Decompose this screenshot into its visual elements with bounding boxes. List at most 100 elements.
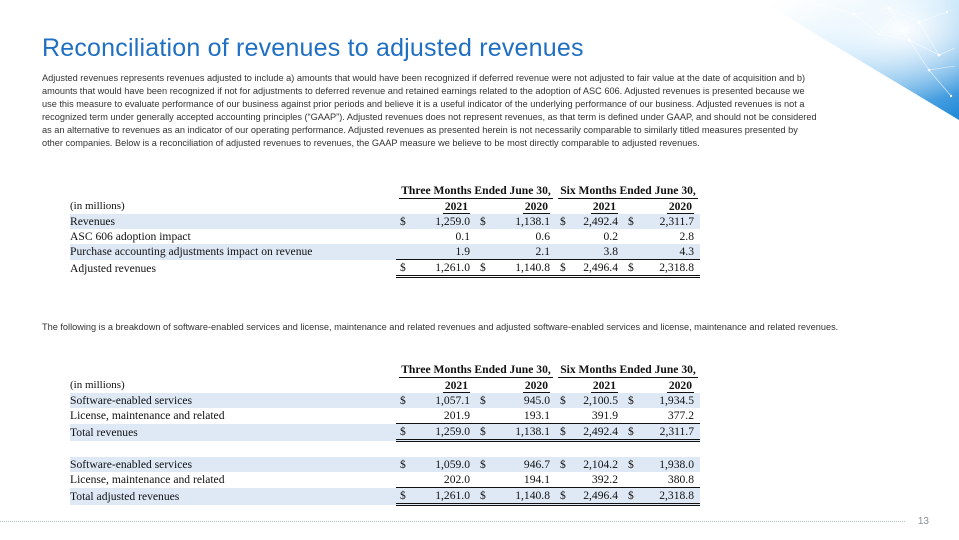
cell-value: 392.2 [591, 473, 618, 486]
cell-value: 1,938.0 [636, 457, 700, 472]
year-header: 2021 [442, 200, 470, 214]
row-label: Purchase accounting adjustments impact o… [70, 244, 396, 260]
row-label: Revenues [70, 214, 396, 229]
page-title: Reconciliation of revenues to adjusted r… [42, 34, 584, 62]
dollar-sign: $ [624, 393, 636, 408]
dollar-sign: $ [556, 423, 568, 442]
table-row: Purchase accounting adjustments impact o… [70, 244, 700, 260]
three-months-header: Three Months Ended June 30, [399, 363, 553, 378]
three-months-header: Three Months Ended June 30, [399, 184, 553, 199]
cell-value: 1,140.8 [488, 259, 556, 278]
cell-value: 2,496.4 [568, 487, 624, 506]
dollar-sign: $ [624, 457, 636, 472]
row-label: License, maintenance and related [70, 409, 225, 423]
dollar-sign: $ [476, 423, 488, 442]
cell-value: 1,138.1 [488, 214, 556, 229]
cell-value: 0.2 [603, 230, 619, 243]
dollar-sign: $ [396, 423, 408, 442]
cell-value: 1.9 [408, 244, 476, 260]
dollar-sign: $ [396, 214, 408, 229]
row-label: Total revenues [70, 423, 396, 441]
cell-value: 4.3 [636, 244, 700, 260]
cell-value: 2,100.5 [568, 393, 624, 408]
cell-value: 2,318.8 [636, 259, 700, 278]
breakdown-paragraph: The following is a breakdown of software… [42, 322, 839, 332]
cell-value: 201.9 [443, 409, 470, 422]
table-row: License, maintenance and related 201.9 1… [70, 408, 700, 424]
cell-value: 1,259.0 [408, 423, 476, 442]
cell-value: 193.1 [523, 409, 550, 422]
cell-value: 2,496.4 [568, 259, 624, 278]
cell-value: 946.7 [488, 457, 556, 472]
cell-value: 202.0 [443, 473, 470, 486]
table-year-header-row: (in millions) 2021 2020 2021 2020 [70, 199, 700, 214]
cell-value: 1,261.0 [408, 487, 476, 506]
cell-value: 377.2 [667, 409, 694, 422]
cell-value: 2,311.7 [636, 423, 700, 442]
dollar-sign: $ [396, 393, 408, 408]
cell-value: 3.8 [568, 244, 624, 260]
cell-value: 0.6 [535, 230, 551, 243]
dollar-sign: $ [476, 487, 488, 506]
units-label: (in millions) [70, 200, 125, 212]
dollar-sign: $ [624, 214, 636, 229]
units-label: (in millions) [70, 379, 125, 391]
dollar-sign: $ [556, 214, 568, 229]
cell-value: 945.0 [488, 393, 556, 408]
cell-value: 0.1 [455, 230, 471, 243]
cell-value: 2,318.8 [636, 487, 700, 506]
cell-value: 1,934.5 [636, 393, 700, 408]
reconciliation-table: Three Months Ended June 30, Six Months E… [70, 183, 700, 278]
cell-value: 194.1 [523, 473, 550, 486]
row-label: ASC 606 adoption impact [70, 230, 191, 243]
cell-value: 2.1 [488, 244, 556, 260]
cell-value: 1,261.0 [408, 259, 476, 278]
year-header: 2020 [666, 379, 694, 393]
year-header: 2020 [666, 200, 694, 214]
row-label: License, maintenance and related [70, 473, 225, 487]
cell-value: 2,311.7 [636, 214, 700, 229]
table-row: Adjusted revenues $ 1,261.0 $ 1,140.8 $ … [70, 259, 700, 278]
dollar-sign: $ [556, 259, 568, 278]
cell-value: 1,057.1 [408, 393, 476, 408]
six-months-header: Six Months Ended June 30, [558, 184, 698, 199]
year-header: 2021 [442, 379, 470, 393]
breakdown-table: Three Months Ended June 30, Six Months E… [70, 362, 700, 506]
dollar-sign: $ [396, 457, 408, 472]
table-row: Software-enabled services $ 1,057.1 $ 94… [70, 393, 700, 408]
dollar-sign: $ [556, 487, 568, 506]
dollar-sign: $ [476, 393, 488, 408]
cell-value: 2.8 [679, 230, 695, 243]
cell-value: 1,140.8 [488, 487, 556, 506]
dollar-sign: $ [396, 259, 408, 278]
year-header: 2020 [522, 379, 550, 393]
table-row: Total revenues $ 1,259.0 $ 1,138.1 $ 2,4… [70, 423, 700, 442]
dollar-sign: $ [396, 487, 408, 506]
dollar-sign: $ [624, 487, 636, 506]
year-header: 2021 [590, 379, 618, 393]
page-number: 13 [917, 516, 929, 527]
cell-value: 391.9 [591, 409, 618, 422]
cell-value: 1,059.0 [408, 457, 476, 472]
table-row: Total adjusted revenues $ 1,261.0 $ 1,14… [70, 487, 700, 506]
table-group-header-row: Three Months Ended June 30, Six Months E… [70, 362, 700, 378]
table-row: ASC 606 adoption impact 0.1 0.6 0.2 2.8 [70, 229, 700, 244]
cell-value: 2,104.2 [568, 457, 624, 472]
year-header: 2020 [522, 200, 550, 214]
footer-divider [0, 521, 905, 522]
table-group-header-row: Three Months Ended June 30, Six Months E… [70, 183, 700, 199]
row-label: Software-enabled services [70, 393, 396, 408]
table-row: License, maintenance and related 202.0 1… [70, 472, 700, 488]
table-row: Software-enabled services $ 1,059.0 $ 94… [70, 457, 700, 472]
cell-value: 1,138.1 [488, 423, 556, 442]
dollar-sign: $ [556, 393, 568, 408]
row-label: Software-enabled services [70, 457, 396, 472]
dollar-sign: $ [476, 457, 488, 472]
year-header: 2021 [590, 200, 618, 214]
dollar-sign: $ [624, 423, 636, 442]
intro-paragraph: Adjusted revenues represents revenues ad… [42, 73, 817, 149]
six-months-header: Six Months Ended June 30, [558, 363, 698, 378]
cell-value: 2,492.4 [568, 423, 624, 442]
row-label: Adjusted revenues [70, 261, 156, 275]
cell-value: 1,259.0 [408, 214, 476, 229]
